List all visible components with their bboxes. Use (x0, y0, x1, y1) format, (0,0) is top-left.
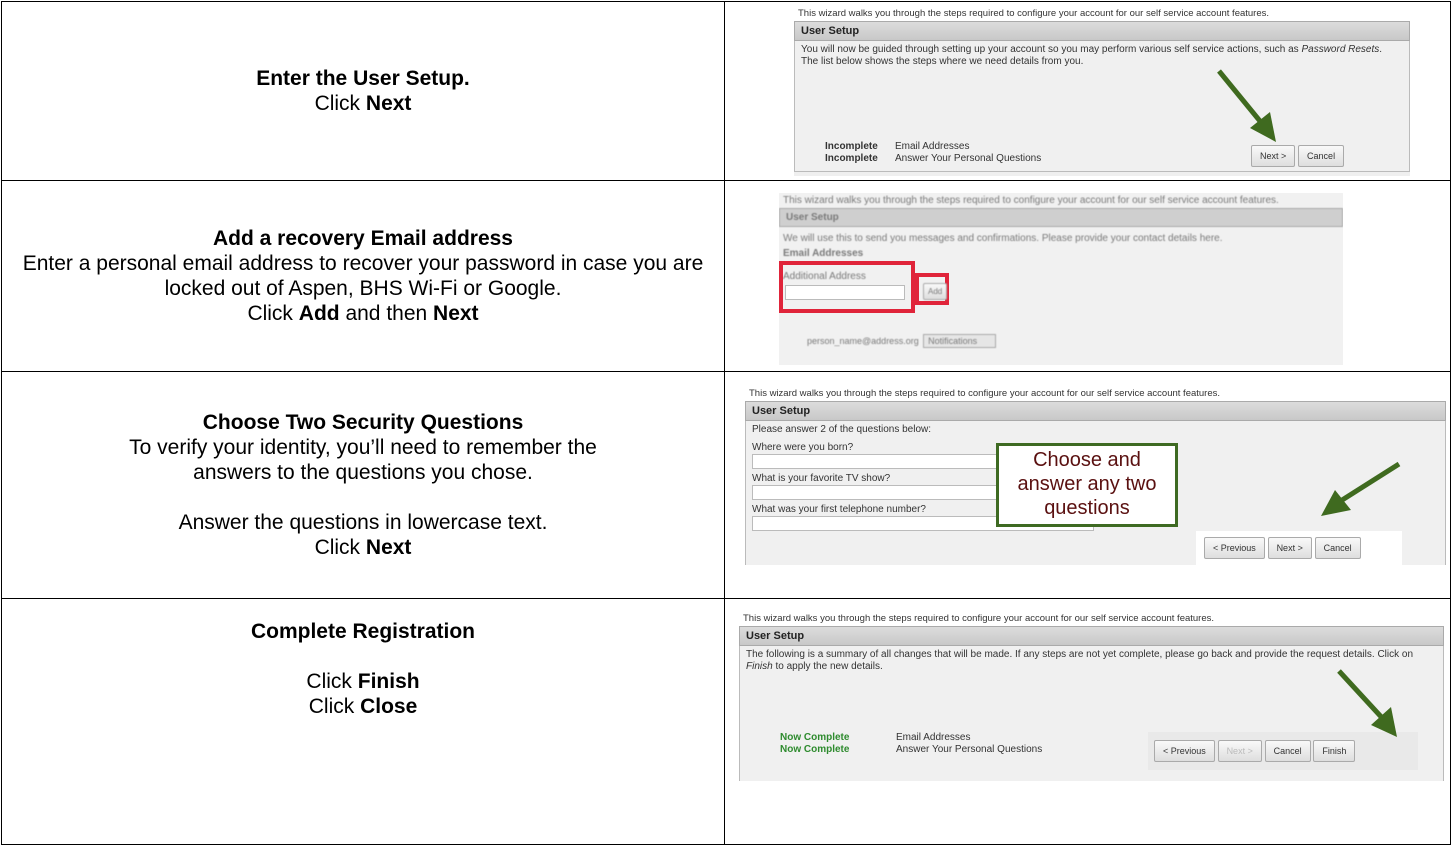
step-click-line: Click Add and then Next (247, 302, 479, 325)
step-title: Choose Two Security Questions (202, 411, 524, 434)
next-button[interactable]: Next > (1217, 740, 1262, 762)
wizard-screenshot: This wizard walks you through the steps … (745, 386, 1446, 565)
table-row: Choose Two Security Questions To verify … (1, 371, 1451, 599)
cancel-button[interactable]: Cancel (1314, 537, 1361, 559)
status-label: Now Complete (780, 732, 850, 743)
step-item: Email Addresses (895, 141, 970, 152)
finish-button[interactable]: Finish (1313, 740, 1356, 762)
step-instructions: Enter the User Setup. Click Next (1, 1, 725, 181)
cancel-button[interactable]: Cancel (1264, 740, 1311, 762)
highlight-box (779, 261, 915, 313)
status-label: Now Complete (780, 744, 850, 755)
wizard-header: User Setup (779, 208, 1343, 227)
step-description: Enter a personal email address to recove… (22, 252, 704, 300)
step-click-line: Click Next (314, 92, 412, 115)
wizard-header: User Setup (745, 401, 1446, 421)
notification-select[interactable]: Notifications (923, 334, 997, 348)
step-screenshot-cell: This wizard walks you through the steps … (724, 371, 1451, 599)
wizard-panel: You will now be guided through setting u… (794, 41, 1410, 172)
arrow-icon (1217, 69, 1276, 142)
next-button[interactable]: Next > (1251, 145, 1296, 167)
wizard-intro: This wizard walks you through the steps … (794, 6, 1410, 21)
status-label: Incomplete (825, 153, 878, 164)
step-description: To verify your identity, you’ll need to … (129, 436, 597, 484)
instruction-document: Enter the User Setup. Click Next This wi… (0, 0, 1454, 846)
wizard-screenshot: This wizard walks you through the steps … (739, 611, 1444, 781)
step-instructions: Add a recovery Email address Enter a per… (1, 180, 725, 372)
cancel-button[interactable]: Cancel (1298, 145, 1345, 167)
email-value: person_name@address.org (807, 336, 919, 346)
step-screenshot-cell: This wizard walks you through the steps … (724, 1, 1451, 181)
step-instructions: Complete Registration Click Finish Click… (1, 598, 725, 845)
step-note: Answer the questions in lowercase text. (178, 511, 548, 534)
step-screenshot-cell: This wizard walks you through the steps … (724, 180, 1451, 372)
wizard-screenshot: This wizard walks you through the steps … (779, 193, 1343, 365)
step-click-line: Click Next (314, 536, 412, 559)
step-title: Enter the User Setup. (256, 67, 470, 90)
arrow-icon (1321, 461, 1401, 516)
table-row: Complete Registration Click Finish Click… (1, 598, 1451, 845)
step-instructions: Choose Two Security Questions To verify … (1, 371, 725, 599)
step-click-line: Click Close (308, 695, 418, 718)
wizard-header: User Setup (739, 626, 1444, 646)
step-title: Complete Registration (250, 620, 476, 643)
question-prompt: Please answer 2 of the questions below: (752, 424, 931, 435)
wizard-body-italic: Password Resets (1301, 44, 1380, 55)
status-label: Incomplete (825, 141, 878, 152)
step-title: Add a recovery Email address (213, 227, 513, 250)
wizard-intro: This wizard walks you through the steps … (779, 193, 1343, 208)
wizard-intro: This wizard walks you through the steps … (739, 611, 1444, 626)
table-row: Add a recovery Email address Enter a per… (1, 180, 1451, 372)
table-row: Enter the User Setup. Click Next This wi… (1, 1, 1451, 181)
wizard-body-end: to apply the new details. (775, 661, 883, 672)
wizard-body: You will now be guided through setting u… (801, 44, 1299, 55)
arrow-icon (1337, 669, 1397, 737)
wizard-body-italic: Finish (746, 661, 773, 672)
next-button[interactable]: Next > (1267, 537, 1312, 559)
step-item: Answer Your Personal Questions (895, 153, 1042, 164)
wizard-header: User Setup (794, 21, 1410, 41)
callout-box: Choose and answer any two questions (996, 443, 1178, 527)
wizard-body-2: The list below shows the steps where we … (801, 56, 1084, 67)
previous-button[interactable]: < Previous (1204, 537, 1265, 559)
wizard-intro: This wizard walks you through the steps … (745, 386, 1446, 401)
previous-button[interactable]: < Previous (1154, 740, 1215, 762)
wizard-body: The following is a summary of all change… (746, 649, 1414, 660)
highlight-box: Add (915, 273, 949, 305)
add-button[interactable]: Add (923, 283, 948, 300)
step-click-line: Click Finish (306, 670, 420, 693)
step-screenshot-cell: This wizard walks you through the steps … (724, 598, 1451, 845)
step-item: Email Addresses (896, 732, 971, 743)
steps-table: Enter the User Setup. Click Next This wi… (1, 1, 1451, 845)
wizard-body: We will use this to send you messages an… (783, 233, 1223, 244)
wizard-screenshot: This wizard walks you through the steps … (794, 6, 1410, 176)
step-item: Answer Your Personal Questions (896, 744, 1043, 755)
